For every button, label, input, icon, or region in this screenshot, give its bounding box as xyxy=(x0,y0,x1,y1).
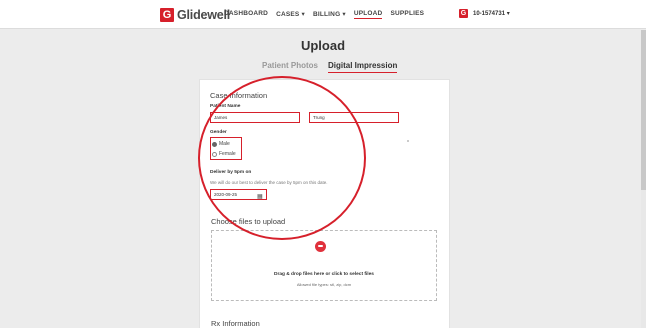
radio-unchecked-icon xyxy=(212,151,217,157)
last-name-input[interactable]: Trung xyxy=(309,112,399,123)
account-menu[interactable]: G 10-1574731 ▾ xyxy=(459,9,510,18)
nav-billing[interactable]: BILLING ▾ xyxy=(313,10,346,19)
case-information-heading: Case Information xyxy=(210,91,268,100)
deliver-note: We will do our best to deliver the case … xyxy=(210,180,328,185)
gender-option-male[interactable]: Male xyxy=(212,141,230,147)
brand-name: Glidewell xyxy=(177,8,231,22)
account-logo-icon: G xyxy=(459,9,468,18)
account-number: 10-1574731 ▾ xyxy=(473,11,510,17)
patient-name-label: Patient Name xyxy=(210,104,241,109)
nav-dashboard[interactable]: DASHBOARD xyxy=(224,10,268,19)
choose-files-heading: Choose files to upload xyxy=(211,217,286,226)
upload-icon[interactable] xyxy=(315,241,326,252)
gender-female-label: Female xyxy=(219,151,236,157)
nav-supplies[interactable]: SUPPLIES xyxy=(390,10,424,19)
tab-patient-photos[interactable]: Patient Photos xyxy=(262,61,318,73)
deliver-by-label: Deliver by 5pm on xyxy=(210,170,252,175)
first-name-input[interactable]: James xyxy=(210,112,300,123)
page-title: Upload xyxy=(300,38,346,53)
calendar-icon[interactable]: ▦ xyxy=(257,193,263,200)
decorative-dot xyxy=(407,140,409,142)
gender-male-label: Male xyxy=(219,141,230,147)
dropzone-instruction: Drag & drop files here or click to selec… xyxy=(274,272,374,277)
top-navbar: G Glidewell DASHBOARD CASES ▾ BILLING ▾ … xyxy=(0,0,646,29)
scrollbar-thumb[interactable] xyxy=(641,30,646,190)
file-dropzone[interactable] xyxy=(211,230,437,301)
allowed-file-types: Allowed file types: stl, zip, dcm xyxy=(296,282,352,287)
nav-cases[interactable]: CASES ▾ xyxy=(276,10,305,19)
tab-digital-impression[interactable]: Digital Impression xyxy=(328,61,398,73)
gender-option-female[interactable]: Female xyxy=(212,151,236,157)
upload-tabs: Patient Photos Digital Impression xyxy=(262,61,407,73)
brand-logo[interactable]: G Glidewell xyxy=(160,8,230,22)
main-nav: DASHBOARD CASES ▾ BILLING ▾ UPLOAD SUPPL… xyxy=(224,10,432,19)
radio-checked-icon xyxy=(212,141,217,147)
gender-label: Gender xyxy=(210,130,227,135)
rx-information-heading: Rx Information xyxy=(211,319,260,328)
logo-mark-icon: G xyxy=(160,8,174,22)
nav-upload[interactable]: UPLOAD xyxy=(353,10,383,19)
